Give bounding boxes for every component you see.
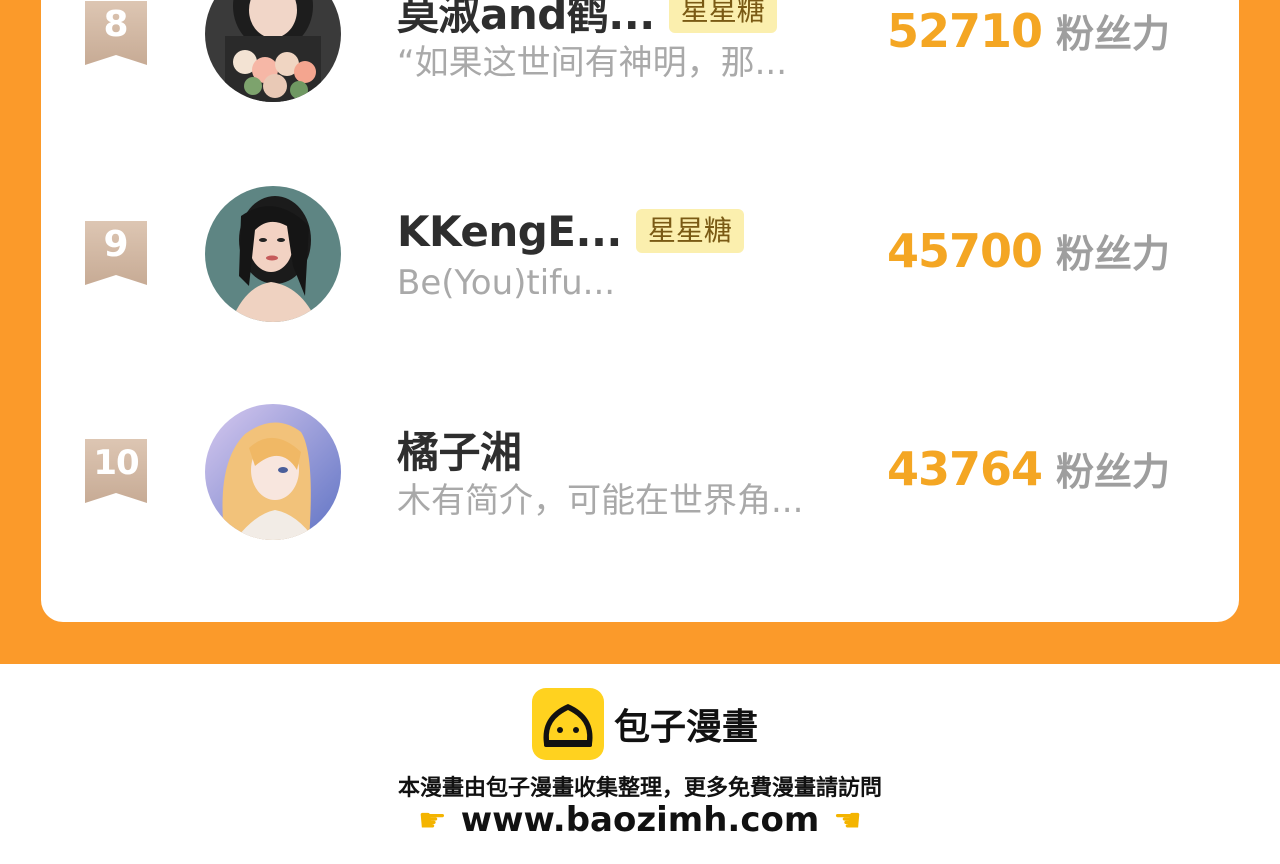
notice-text: 本漫畫由包子漫畫收集整理，更多免費漫畫請訪問 (397, 776, 882, 801)
score-value: 45700 (887, 224, 1043, 278)
user-tag-badge: 星星糖 (635, 209, 744, 253)
url-line: ☛ www.baozimh.com ☚ (0, 800, 1280, 840)
user-bio: Be(You)tifu... (397, 263, 616, 303)
rank-badge: 9 (85, 221, 147, 285)
user-name[interactable]: KKengE... (397, 207, 622, 256)
score-unit: 粉丝力 (1056, 12, 1171, 56)
fan-score: 52710 粉丝力 (887, 3, 1170, 58)
pointing-right-hand-icon: ☛ (418, 801, 447, 839)
avatar[interactable] (205, 0, 341, 102)
user-bio: “如果这世间有神明，那... (397, 43, 788, 83)
user-name[interactable]: 莫淑and鹤... (397, 0, 655, 42)
score-unit: 粉丝力 (1056, 232, 1171, 276)
user-name[interactable]: 橘子湘 (397, 419, 522, 480)
site-url-link[interactable]: www.baozimh.com (461, 800, 820, 840)
fan-score: 43764 粉丝力 (887, 441, 1170, 496)
site-footer: 包子漫畫 本漫畫由包子漫畫收集整理，更多免費漫畫請訪問 ☛ www.baozim… (0, 664, 1280, 864)
rank-number: 8 (103, 4, 129, 45)
brand[interactable]: 包子漫畫 (532, 688, 758, 760)
brand-name: 包子漫畫 (614, 707, 759, 748)
rank-badge: 8 (85, 1, 147, 65)
score-unit: 粉丝力 (1056, 450, 1171, 494)
avatar[interactable] (205, 186, 341, 322)
avatar[interactable] (205, 404, 341, 540)
user-tag-badge: 星星糖 (668, 0, 777, 33)
rank-badge: 10 (85, 439, 147, 503)
user-bio: 木有简介，可能在世界角... (397, 481, 804, 521)
leaderboard-row[interactable]: 8 莫淑and鹤... 星星糖 “如果这世间有神明，那... 52710 粉丝力 (0, 0, 1280, 103)
leaderboard-row[interactable]: 9 KKengE... 星星糖 Be(You)tifu... 45700 粉丝力 (0, 183, 1280, 323)
leaderboard-row[interactable]: 10 橘子湘 木有简介，可能在世界角... 43764 粉丝力 (0, 401, 1280, 541)
fan-score: 45700 粉丝力 (887, 223, 1170, 278)
pointing-left-hand-icon: ☚ (833, 801, 862, 839)
rank-number: 10 (93, 443, 139, 483)
rank-number: 9 (103, 224, 129, 265)
bun-logo-icon (532, 688, 604, 760)
score-value: 43764 (887, 442, 1043, 496)
score-value: 52710 (887, 4, 1043, 58)
